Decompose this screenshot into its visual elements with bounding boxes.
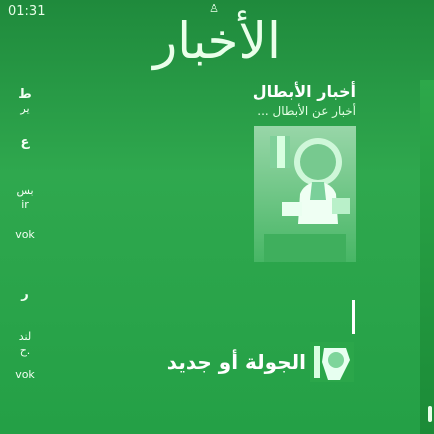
sidebar-item-6-bottom: ح. [19, 344, 31, 357]
feed-thumbnail[interactable] [254, 126, 356, 262]
feed-subtitle[interactable]: أخبار عن الأبطال ... [180, 104, 356, 122]
bottom-thumbnail-image [310, 342, 354, 382]
sidebar-item-3-top: بس [16, 184, 34, 197]
sidebar: ط ير ع بس ir vok ر لند ح. vok [0, 82, 50, 434]
feed-title[interactable]: أخبار الأبطال [180, 82, 356, 104]
sidebar-item-5-top: ر [21, 287, 29, 302]
status-time: 01:31 [8, 4, 46, 19]
caption-bar [352, 300, 355, 334]
app-screen: 01:31 ♙ الأخبار ط ير ع بس ir vok ر لند ح… [0, 0, 434, 434]
header: 01:31 ♙ الأخبار [0, 0, 434, 78]
sidebar-item-3-bottom: ir [21, 198, 29, 211]
sidebar-item-6-top: لند [18, 330, 32, 343]
sidebar-item-2-top: ع [20, 135, 30, 150]
sidebar-item-4-top: vok [15, 228, 35, 241]
sidebar-item-7[interactable]: vok [0, 368, 50, 432]
sidebar-item-1-bottom: ير [20, 102, 30, 115]
sidebar-item-4[interactable]: vok [0, 228, 50, 292]
bottom-caption: الجولة أو جديد [166, 350, 306, 374]
bottom-card[interactable]: الجولة أو جديد [96, 342, 356, 382]
sidebar-item-7-top: vok [15, 368, 35, 381]
feed-thumbnail-image [254, 126, 356, 262]
app-title: الأخبار [153, 12, 281, 70]
scroll-indicator[interactable] [428, 406, 432, 422]
sidebar-item-1-top: ط [18, 87, 32, 102]
bottom-thumbnail [310, 342, 354, 382]
right-edge [420, 80, 434, 434]
person-icon: ♙ [209, 2, 219, 15]
